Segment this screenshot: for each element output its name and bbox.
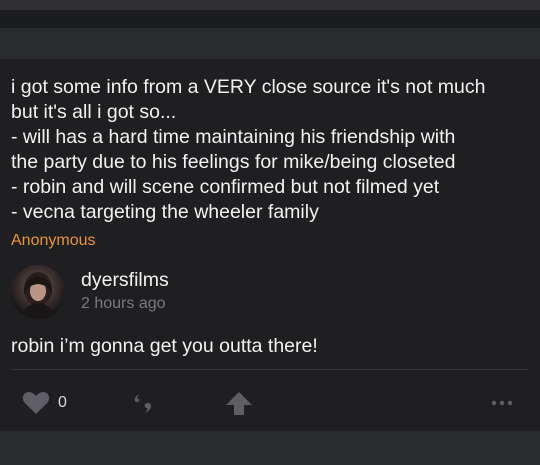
asker-name[interactable]: Anonymous bbox=[11, 231, 96, 251]
top-bar bbox=[0, 0, 540, 10]
quote-button[interactable] bbox=[132, 388, 160, 418]
question-text: i got some info from a VERY close source… bbox=[11, 76, 486, 223]
avatar-image bbox=[21, 272, 55, 319]
card-header-band bbox=[0, 28, 540, 59]
like-button[interactable]: 0 bbox=[22, 388, 67, 418]
quote-icon bbox=[134, 395, 152, 413]
divider bbox=[11, 369, 528, 370]
bottom-band bbox=[0, 431, 540, 465]
heart-icon bbox=[22, 392, 50, 414]
username[interactable]: dyersfilms bbox=[81, 268, 169, 292]
upvote-arrow-icon bbox=[226, 392, 252, 415]
upvote-button[interactable] bbox=[224, 388, 254, 418]
like-count: 0 bbox=[58, 394, 67, 411]
avatar[interactable] bbox=[11, 265, 65, 319]
more-dots-icon bbox=[491, 400, 513, 406]
answer-text: robin i’m gonna get you outta there! bbox=[11, 335, 318, 357]
top-bar-shadow bbox=[0, 10, 540, 28]
more-options-button[interactable] bbox=[490, 388, 516, 418]
answer-timestamp: 2 hours ago bbox=[81, 295, 166, 312]
